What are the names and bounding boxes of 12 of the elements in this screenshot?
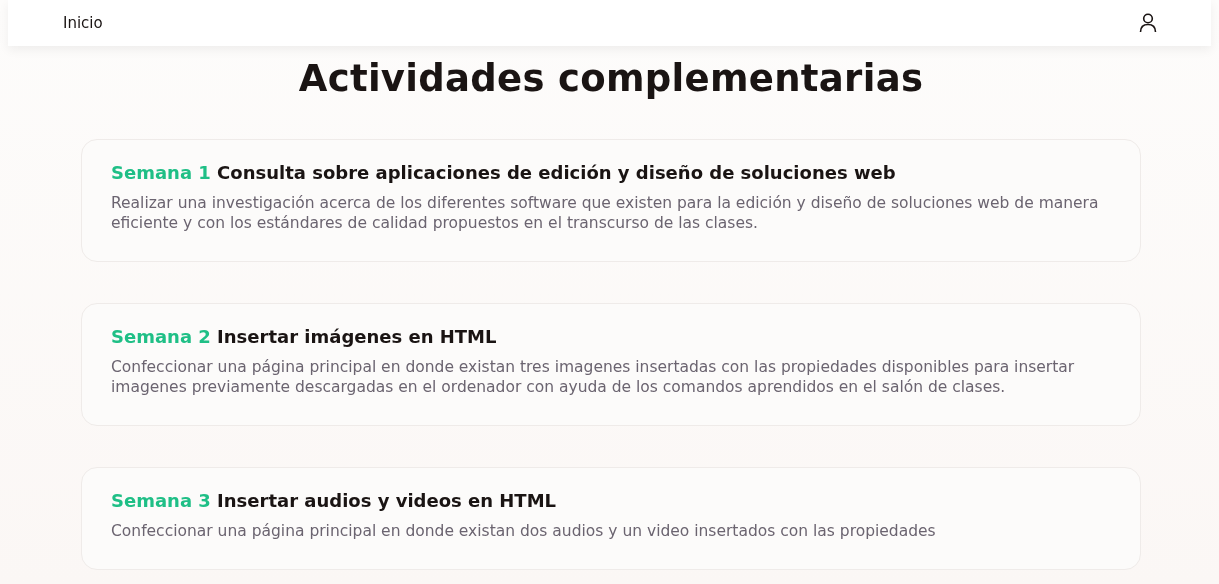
home-link[interactable]: Inicio bbox=[63, 14, 103, 32]
activity-description: Confeccionar una página principal en donde existan dos audios y un video insertados con las propiedades bbox=[111, 521, 937, 541]
week-label: Semana 3 bbox=[111, 490, 211, 511]
activity-description: Realizar una investigación acerca de los diferentes software que existen para la edición y diseño de soluciones web de manera eficiente y con los estándares de calidad propuestos en el transcurso de las clases. bbox=[111, 193, 1100, 233]
week-label: Semana 2 bbox=[111, 326, 211, 347]
week-label: Semana 1 bbox=[111, 162, 211, 183]
page-title: Actividades complementarias bbox=[297, 56, 925, 102]
activity-description: Confeccionar una página principal en donde existan tres imagenes insertadas con las propiedades disponibles para insertar imagenes previamente descargadas en el ordenador con ayuda de los comandos aprendidos en el salón de clases. bbox=[111, 357, 1076, 397]
user-icon[interactable] bbox=[1139, 13, 1157, 33]
activity-title: Consulta sobre aplicaciones de edición y diseño de soluciones web bbox=[217, 162, 896, 183]
activity-title: Insertar audios y videos en HTML bbox=[217, 490, 557, 511]
activity-title: Insertar imágenes en HTML bbox=[217, 326, 497, 347]
